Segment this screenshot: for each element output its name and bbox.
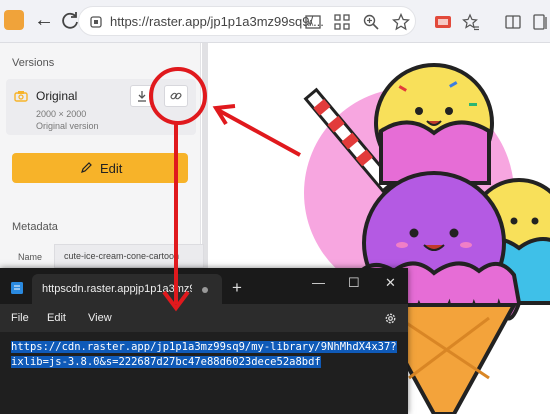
version-size: 2000 × 2000 — [36, 109, 87, 119]
metadata-heading: Metadata — [12, 221, 58, 233]
selected-text-line: ixlib=js-3.8.0&s=222687d27bc47e88d6023de… — [11, 356, 321, 368]
url-text[interactable]: https://raster.app/jp1p1a3mz99sq9/... — [110, 14, 324, 29]
notepad-tab[interactable]: httpscdn.raster.appjp1p1a3mz99sq9 — [32, 274, 222, 304]
link-icon — [170, 92, 182, 100]
meta-name-label: Name — [18, 252, 43, 262]
edit-button[interactable]: Edit — [12, 153, 188, 183]
copy-link-button[interactable] — [164, 85, 188, 107]
unsaved-dot-icon[interactable] — [202, 287, 208, 293]
read-aloud-icon[interactable]: A — [304, 13, 322, 31]
notepad-text-area[interactable]: https://cdn.raster.app/jp1p1a3mz99sq9/my… — [0, 332, 408, 414]
split-screen-icon[interactable] — [504, 13, 522, 31]
download-icon — [138, 91, 146, 102]
back-arrow-icon[interactable]: ← — [32, 9, 56, 33]
notepad-menubar: File Edit View — [0, 304, 408, 332]
version-note: Original version — [36, 121, 99, 131]
version-card[interactable]: Original 2000 × 2000 Original version — [6, 79, 196, 135]
collections-icon[interactable] — [531, 13, 549, 31]
browser-toolbar: ← https://raster.app/jp1p1a3mz99sq9/... … — [0, 0, 550, 43]
favorite-star-icon[interactable] — [392, 13, 410, 31]
panel-scrollbar[interactable] — [202, 43, 208, 273]
menu-edit[interactable]: Edit — [47, 312, 66, 324]
selected-text-line: https://cdn.raster.app/jp1p1a3mz99sq9/my… — [11, 341, 397, 353]
minimize-button[interactable]: — — [312, 275, 325, 290]
new-tab-button[interactable]: + — [232, 278, 242, 298]
versions-heading: Versions — [12, 57, 55, 69]
notepad-app-icon — [11, 282, 23, 294]
camera-icon — [14, 91, 28, 102]
pencil-icon — [81, 162, 92, 173]
apps-icon[interactable] — [333, 13, 351, 31]
download-button[interactable] — [130, 85, 154, 107]
meta-name-field[interactable]: cute-ice-cream-cone-cartoon — [54, 244, 204, 268]
favorites-icon[interactable] — [462, 13, 480, 31]
edit-button-label: Edit — [100, 161, 123, 176]
zoom-icon[interactable] — [362, 13, 380, 31]
notepad-window: httpscdn.raster.appjp1p1a3mz99sq9 + — ☐ … — [0, 268, 408, 414]
close-button[interactable]: ✕ — [385, 275, 396, 291]
extension-icon[interactable] — [434, 13, 452, 31]
notepad-tab-title: httpscdn.raster.appjp1p1a3mz99sq9 — [42, 283, 192, 295]
menu-file[interactable]: File — [11, 312, 29, 324]
svg-text:A: A — [308, 19, 314, 28]
settings-gear-icon[interactable] — [384, 312, 397, 325]
notepad-titlebar[interactable]: httpscdn.raster.appjp1p1a3mz99sq9 + — ☐ … — [0, 268, 408, 304]
profile-icon[interactable] — [4, 10, 24, 30]
maximize-button[interactable]: ☐ — [348, 275, 360, 291]
site-info-icon[interactable] — [89, 15, 103, 29]
menu-view[interactable]: View — [88, 312, 112, 324]
version-name: Original — [36, 89, 78, 103]
